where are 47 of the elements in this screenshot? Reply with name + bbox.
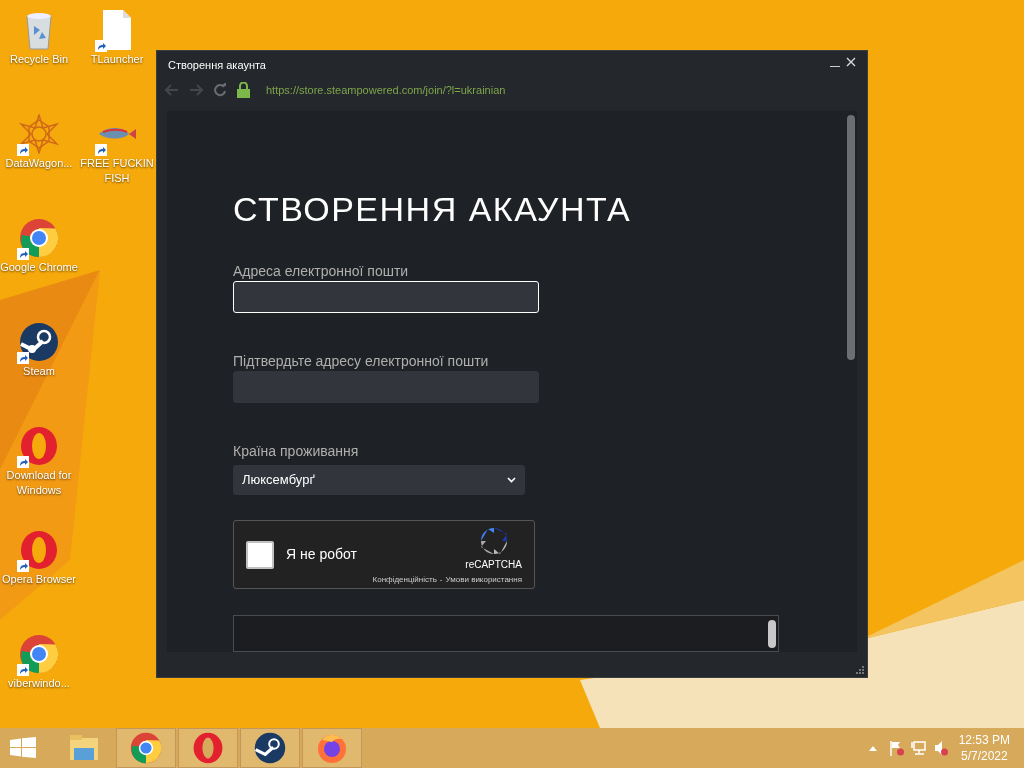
desktop-icon-label[interactable]: DataWagon... bbox=[0, 156, 78, 171]
dropdown-caret-icon bbox=[507, 477, 516, 483]
opera-icon[interactable] bbox=[19, 530, 59, 570]
clock-date[interactable]: 5/7/2022 bbox=[960, 748, 1008, 764]
checkbox[interactable] bbox=[246, 540, 274, 569]
close-icon[interactable] bbox=[846, 57, 856, 67]
privacy-link[interactable]: Конфіденційність bbox=[372, 574, 437, 585]
checkbox-label: Я не робот bbox=[286, 545, 358, 565]
recaptcha-brand: reCAPTCHA bbox=[465, 558, 522, 571]
firefox-icon bbox=[316, 732, 348, 764]
field-label: Адреса електронної пошти bbox=[233, 263, 410, 279]
chrome-icon[interactable] bbox=[19, 218, 59, 258]
taskbar-button[interactable] bbox=[240, 728, 300, 768]
star-pattern-icon[interactable] bbox=[19, 114, 59, 154]
padlock-icon bbox=[237, 82, 250, 98]
desktop-icon-label[interactable]: FREE FUCKIN FISH bbox=[78, 156, 156, 186]
desktop-icon-label[interactable]: Google Chrome bbox=[0, 260, 78, 275]
windows-start-icon[interactable] bbox=[10, 737, 36, 759]
field-label: Підтвердьте адресу електронної пошти bbox=[233, 352, 490, 369]
desktop-icon-label[interactable]: Download for Windows bbox=[0, 468, 78, 498]
terms-link[interactable]: Умови використання bbox=[445, 574, 522, 585]
scrollbar-thumb[interactable] bbox=[847, 115, 855, 360]
desktop-icon-label[interactable]: Recycle Bin bbox=[0, 52, 78, 67]
country-select[interactable]: Люксембурґ bbox=[233, 464, 525, 496]
field-label: Країна проживання bbox=[233, 442, 360, 459]
resize-grip-icon[interactable] bbox=[855, 665, 864, 674]
desktop-icon-label[interactable]: Opera Browser bbox=[0, 572, 78, 587]
steam-icon[interactable] bbox=[19, 322, 59, 362]
reload-icon[interactable] bbox=[213, 83, 227, 97]
chrome-icon bbox=[130, 732, 162, 764]
agreement-scrollbar-thumb[interactable] bbox=[768, 620, 776, 649]
speaker-muted-icon[interactable] bbox=[932, 740, 949, 756]
chrome-icon[interactable] bbox=[19, 634, 59, 674]
desktop-icon-label[interactable]: Steam bbox=[0, 364, 78, 379]
link-separator: - bbox=[439, 574, 443, 585]
window-title: Створення акаунта bbox=[168, 57, 267, 73]
desktop-icon-label[interactable]: viberwindo... bbox=[0, 676, 78, 691]
desktop-icon-label[interactable]: TLauncher bbox=[78, 52, 156, 67]
opera-icon[interactable] bbox=[19, 426, 59, 466]
flag-error-icon[interactable] bbox=[888, 740, 905, 756]
steam-icon bbox=[254, 732, 286, 764]
tray-expand-icon[interactable] bbox=[868, 745, 877, 751]
opera-icon bbox=[192, 732, 224, 764]
url-text: https://store.steampowered.com/join/?l=ukrainian bbox=[266, 82, 506, 98]
page-heading: СТВОРЕННЯ АКАУНТА bbox=[233, 189, 633, 229]
network-icon[interactable] bbox=[910, 740, 927, 756]
clock-time[interactable]: 12:53 PM bbox=[958, 732, 1010, 748]
